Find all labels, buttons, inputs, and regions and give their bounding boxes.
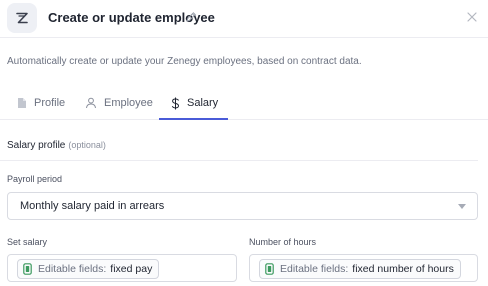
payroll-period-value: Monthly salary paid in arrears	[20, 200, 165, 212]
set-salary-field[interactable]: Editable fields: fixed pay	[7, 254, 237, 282]
set-salary-label: Set salary	[7, 237, 48, 247]
active-tab-indicator	[159, 118, 228, 120]
editable-fields-chip[interactable]: Editable fields: fixed pay	[17, 259, 160, 279]
zenegy-logo-icon	[7, 3, 37, 33]
number-of-hours-label: Number of hours	[249, 237, 317, 247]
section-title: Salary profile (optional)	[7, 140, 106, 151]
editable-fields-chip[interactable]: Editable fields: fixed number of hours	[259, 259, 461, 279]
section-divider	[0, 160, 478, 161]
chip-prefix: Editable fields:	[38, 263, 107, 275]
dollar-icon	[171, 97, 180, 109]
editable-field-icon	[265, 263, 274, 275]
section-title-text: Salary profile	[7, 140, 66, 151]
close-icon[interactable]	[466, 10, 478, 28]
tab-profile[interactable]: Profile	[17, 86, 65, 120]
chevron-down-icon	[458, 204, 466, 209]
tab-salary[interactable]: Salary	[171, 86, 218, 120]
payroll-period-select[interactable]: Monthly salary paid in arrears	[7, 192, 478, 220]
pencil-icon[interactable]	[185, 10, 197, 28]
optional-tag: (optional)	[68, 140, 106, 150]
tab-bar: Profile Employee Salary	[0, 86, 488, 120]
modal-header: Create or update employee	[0, 0, 488, 38]
chip-prefix: Editable fields:	[280, 263, 349, 275]
document-icon	[18, 98, 26, 108]
editable-field-icon	[23, 263, 32, 275]
tab-employee[interactable]: Employee	[85, 86, 153, 120]
tab-salary-label: Salary	[187, 97, 219, 109]
person-icon	[86, 97, 96, 109]
chip-value: fixed pay	[110, 263, 153, 275]
number-of-hours-field[interactable]: Editable fields: fixed number of hours	[249, 254, 478, 282]
modal-description: Automatically create or update your Zene…	[7, 56, 362, 67]
tab-employee-label: Employee	[104, 97, 153, 109]
payroll-period-label: Payroll period	[7, 174, 63, 184]
chip-value: fixed number of hours	[352, 263, 454, 275]
tab-profile-label: Profile	[34, 97, 66, 109]
